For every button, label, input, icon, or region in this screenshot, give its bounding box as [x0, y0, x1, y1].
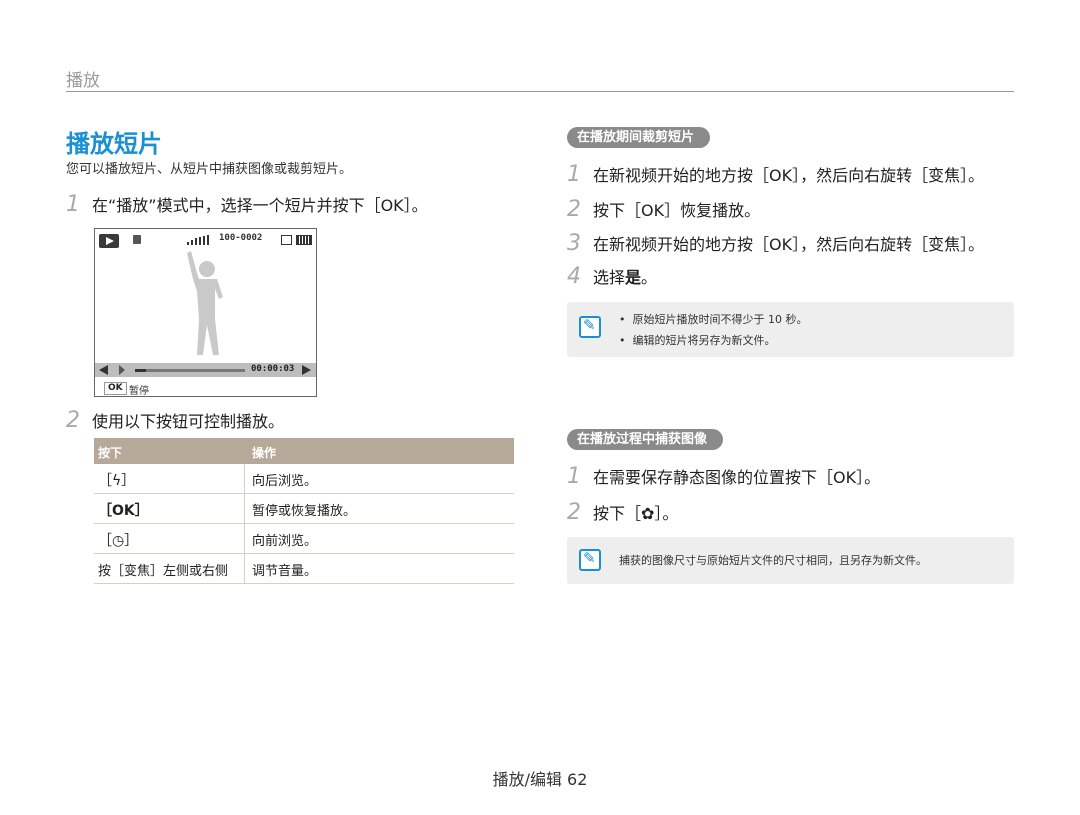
trim-step-4: 4 选择是。: [567, 264, 657, 289]
section-pill-trim: 在播放期间裁剪短片: [567, 127, 711, 148]
key-cell: ［◷］: [98, 533, 139, 549]
ok-hint-bar: OK 暂停: [95, 379, 316, 397]
step-2: 2 使用以下按钮可控制播放。: [66, 408, 284, 433]
table-row: 按［变焦］左侧或右侧 调节音量。: [94, 554, 514, 584]
table-row: ［ϟ］ 向后浏览。: [94, 464, 514, 494]
note-bullet: • 编辑的短片将另存为新文件。: [619, 334, 776, 347]
table-row: ［OK］ 暂停或恢复播放。: [94, 494, 514, 524]
note-box-trim: • 原始短片播放时间不得少于 10 秒。 • 编辑的短片将另存为新文件。: [567, 302, 1014, 357]
play-mode-icon: [99, 234, 119, 248]
trim-step-3: 3 在新视频开始的地方按［OK］，然后向右旋转［变焦］。: [567, 231, 984, 256]
page-footer: 播放/编辑 62: [492, 770, 588, 789]
action-cell: 向后浏览。: [252, 474, 318, 489]
trim-step-1: 1 在新视频开始的地方按［OK］，然后向右旋转［变焦］。: [567, 162, 984, 187]
step-number: 2: [66, 408, 80, 433]
step-text: 在新视频开始的地方按［OK］，然后向右旋转［变焦］。: [593, 235, 985, 254]
note-icon: [579, 549, 601, 571]
step-number: 4: [567, 264, 581, 289]
intro-text: 您可以播放短片、从短片中捕获图像或裁剪短片。: [66, 162, 353, 177]
capture-step-1: 1 在需要保存静态图像的位置按下［OK］。: [567, 464, 880, 489]
table-row: ［◷］ 向前浏览。: [94, 524, 514, 554]
ok-key: OK: [104, 382, 127, 395]
step-text: 按下［✿］。: [593, 504, 679, 523]
table-header: 按下 操作: [94, 438, 514, 464]
action-cell: 调节音量。: [252, 564, 318, 579]
note-icon: [579, 316, 601, 338]
step-text: 使用以下按钮可控制播放。: [92, 412, 285, 431]
step-number: 1: [567, 162, 581, 187]
capture-step-2: 2 按下［✿］。: [567, 500, 678, 525]
step-text: 在“播放”模式中，选择一个短片并按下［OK］。: [92, 196, 428, 215]
step-text: 按下［OK］恢复播放。: [593, 201, 761, 220]
playback-time: 00:00:03: [251, 364, 295, 374]
camera-screen: 100-0002 00:00:03 OK 暂停: [94, 228, 317, 397]
step-text: 在需要保存静态图像的位置按下［OK］。: [593, 468, 881, 487]
memory-icon: [133, 235, 141, 244]
note-box-capture: 捕获的图像尺寸与原始短片文件的尺寸相同，且另存为新文件。: [567, 537, 1014, 584]
step-number: 2: [567, 500, 581, 525]
step-number: 1: [567, 464, 581, 489]
section-header: 播放: [66, 71, 100, 91]
step-text-post: 。: [641, 268, 658, 287]
header-divider: [66, 91, 1014, 92]
trim-step-2: 2 按下［OK］恢复播放。: [567, 197, 760, 222]
playback-control-bar: 00:00:03: [95, 363, 316, 377]
key-cell: ［ϟ］: [98, 473, 136, 489]
ok-key-label: 暂停: [129, 386, 149, 397]
action-cell: 向前浏览。: [252, 534, 318, 549]
file-number: 100-0002: [219, 233, 263, 243]
rewind-icon: [99, 365, 108, 375]
step-text-pre: 选择: [593, 268, 626, 287]
play-icon: [119, 365, 125, 375]
key-cell: ［OK］: [98, 503, 149, 519]
page-title: 播放短片: [66, 130, 162, 158]
signal-icon: [187, 235, 215, 245]
step-number: 1: [66, 192, 80, 217]
fast-forward-icon: [302, 365, 311, 375]
person-silhouette: [187, 251, 223, 355]
action-cell: 暂停或恢复播放。: [252, 504, 357, 519]
column-header-key: 按下: [98, 446, 123, 460]
display-icon: [281, 235, 292, 245]
step-text: 在新视频开始的地方按［OK］，然后向右旋转［变焦］。: [593, 166, 985, 185]
key-cell: 按［变焦］左侧或右侧: [98, 564, 229, 579]
battery-icon: [296, 235, 312, 245]
step-1: 1 在“播放”模式中，选择一个短片并按下［OK］。: [66, 192, 428, 217]
note-bullet: • 原始短片播放时间不得少于 10 秒。: [619, 313, 808, 326]
section-pill-capture: 在播放过程中捕获图像: [567, 429, 724, 450]
column-header-action: 操作: [252, 446, 277, 460]
step-text-bold: 是: [625, 268, 642, 287]
step-number: 2: [567, 197, 581, 222]
step-number: 3: [567, 231, 581, 256]
progress-bar: [135, 369, 245, 372]
note-text: 捕获的图像尺寸与原始短片文件的尺寸相同，且另存为新文件。: [619, 554, 927, 567]
